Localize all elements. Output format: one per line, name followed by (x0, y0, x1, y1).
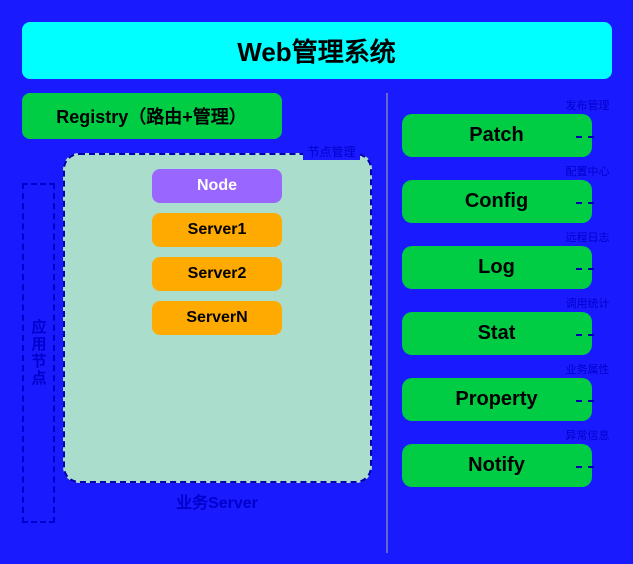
right-tag-2: 远程日志 (564, 229, 612, 245)
title-bar: Web管理系统 (22, 22, 612, 79)
right-tag-3: 调用统计 (564, 295, 612, 311)
app-node-wrapper: 应用节点 节点管理 Node Server1 Server2 (22, 153, 372, 553)
right-panel: 发布管理Patch配置中心Config远程日志Log调用统计Stat业务属性Pr… (402, 93, 612, 553)
dashed-line-icon (576, 202, 594, 204)
node-management-label: 节点管理 (303, 143, 359, 160)
dashed-line-icon (576, 334, 594, 336)
vertical-divider (386, 93, 388, 553)
dashed-line-icon (576, 268, 594, 270)
content-area: Registry（路由+管理） 应用节点 节点管理 Node Server1 (22, 93, 612, 553)
right-item-notify: 异常信息Notify (402, 427, 612, 487)
server1-box: Server1 (152, 213, 282, 247)
node-container: 节点管理 Node Server1 Server2 ServerN (63, 153, 372, 553)
right-item-log: 远程日志Log (402, 229, 612, 289)
main-container: Web管理系统 Registry（路由+管理） 应用节点 节点管理 Node (12, 12, 622, 552)
right-btn-patch[interactable]: Patch (402, 114, 592, 157)
registry-box: Registry（路由+管理） (22, 93, 282, 139)
right-btn-notify[interactable]: Notify (402, 444, 592, 487)
app-node-label: 应用节点 (22, 183, 55, 523)
dashed-line-icon (576, 466, 594, 468)
left-panel: Registry（路由+管理） 应用节点 节点管理 Node Server1 (22, 93, 372, 553)
node-management-dashed: 节点管理 Node Server1 Server2 ServerN (63, 153, 372, 483)
server2-box: Server2 (152, 257, 282, 291)
right-item-stat: 调用统计Stat (402, 295, 612, 355)
right-item-patch: 发布管理Patch (402, 97, 612, 157)
biz-server-label: 业务Server (63, 489, 372, 513)
right-tag-0: 发布管理 (564, 97, 612, 113)
right-item-config: 配置中心Config (402, 163, 612, 223)
right-btn-property[interactable]: Property (402, 378, 592, 421)
right-item-property: 业务属性Property (402, 361, 612, 421)
title-text: Web管理系统 (237, 37, 395, 67)
registry-label: Registry（路由+管理） (56, 107, 247, 127)
dashed-line-icon (576, 400, 594, 402)
right-tag-5: 异常信息 (564, 427, 612, 443)
right-tag-1: 配置中心 (564, 163, 612, 179)
right-btn-stat[interactable]: Stat (402, 312, 592, 355)
right-btn-config[interactable]: Config (402, 180, 592, 223)
node-box: Node (152, 169, 282, 203)
right-tag-4: 业务属性 (564, 361, 612, 377)
right-btn-log[interactable]: Log (402, 246, 592, 289)
serverN-box: ServerN (152, 301, 282, 335)
dashed-line-icon (576, 136, 594, 138)
